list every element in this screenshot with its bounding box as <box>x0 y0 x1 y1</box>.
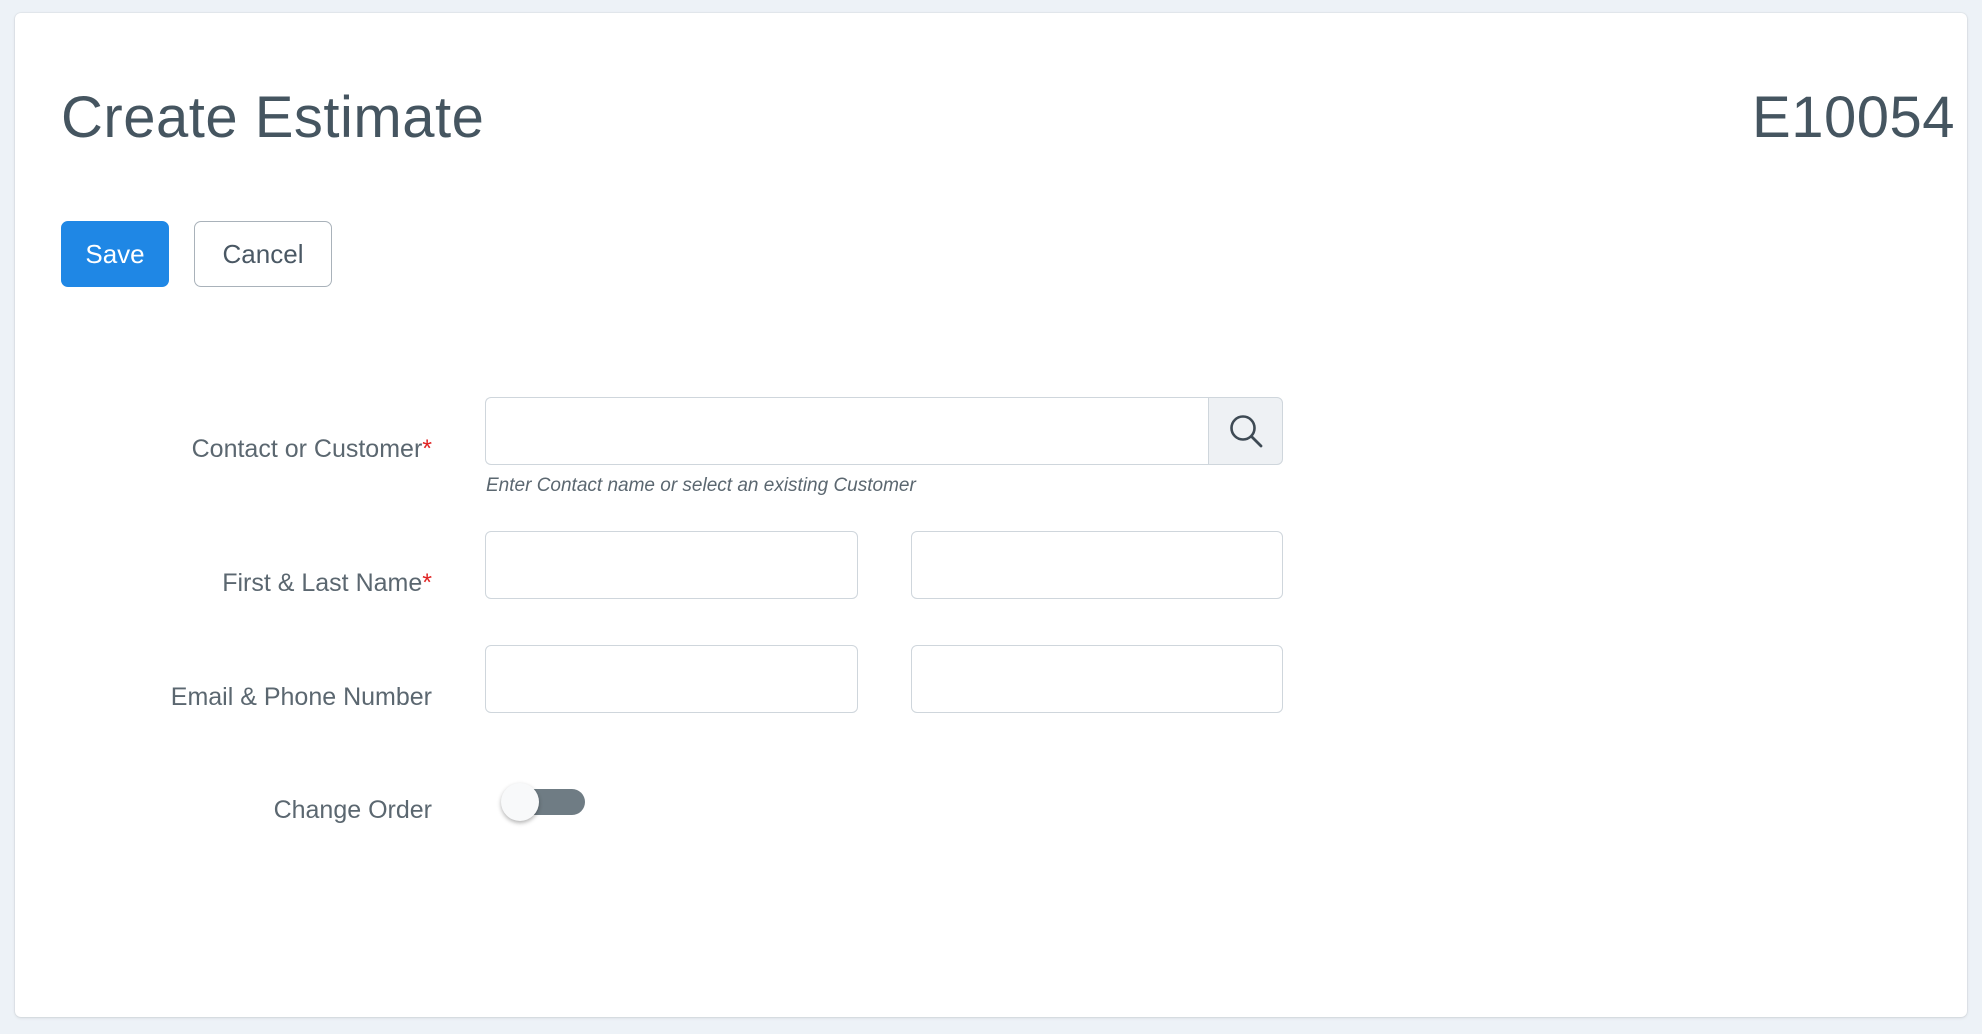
save-button[interactable]: Save <box>61 221 169 287</box>
contact-help-text: Enter Contact name or select an existing… <box>486 475 916 496</box>
name-label: First & Last Name* <box>222 569 432 598</box>
email-phone-label-text: Email & Phone Number <box>170 683 432 711</box>
first-name-input[interactable] <box>485 531 858 599</box>
search-icon <box>1229 415 1262 448</box>
estimate-number: E10054 <box>1752 85 1955 150</box>
change-order-label: Change Order <box>274 796 432 825</box>
change-order-toggle[interactable] <box>501 783 589 823</box>
name-label-text: First & Last Name <box>222 569 423 597</box>
last-name-input[interactable] <box>911 531 1283 599</box>
contact-search-button[interactable] <box>1208 397 1283 465</box>
toggle-knob <box>501 783 539 821</box>
required-mark: * <box>422 435 432 463</box>
contact-customer-input[interactable] <box>485 397 1209 465</box>
required-mark: * <box>422 569 432 597</box>
email-phone-label: Email & Phone Number <box>171 683 432 712</box>
cancel-button[interactable]: Cancel <box>194 221 332 287</box>
contact-customer-label-text: Contact or Customer <box>191 435 423 463</box>
change-order-label-text: Change Order <box>273 796 432 824</box>
page-title: Create Estimate <box>61 85 485 150</box>
email-input[interactable] <box>485 645 858 713</box>
estimate-card: Create Estimate E10054 Save Cancel Conta… <box>15 13 1967 1017</box>
contact-customer-label: Contact or Customer* <box>192 435 432 464</box>
phone-input[interactable] <box>911 645 1283 713</box>
